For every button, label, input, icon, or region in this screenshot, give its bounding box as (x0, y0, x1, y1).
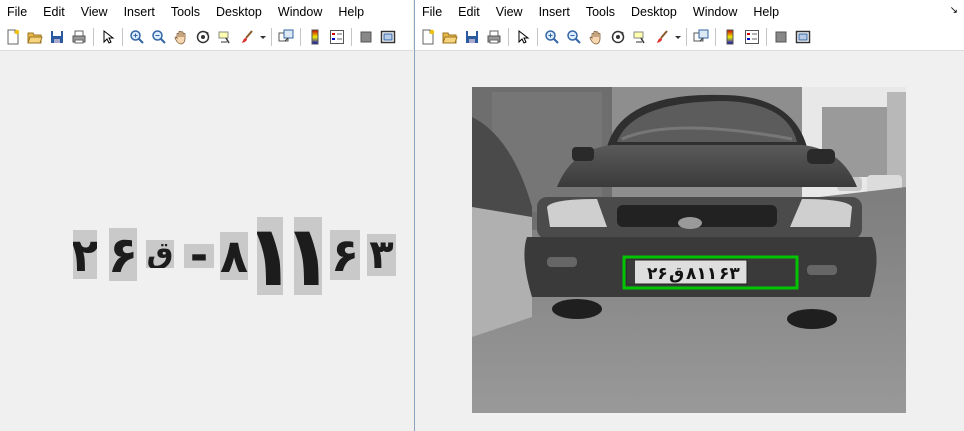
pointer-icon[interactable] (512, 26, 534, 48)
rotate-3d-icon[interactable] (192, 26, 214, 48)
figure-toolbar (415, 24, 964, 51)
data-cursor-icon[interactable] (214, 26, 236, 48)
link-plot-icon[interactable] (690, 26, 712, 48)
toolbar-separator (537, 28, 538, 46)
plate-right-digits: ۶۳ (719, 264, 740, 284)
menu-view[interactable]: View (73, 0, 116, 24)
colorbar-icon[interactable] (719, 26, 741, 48)
data-cursor-icon[interactable] (629, 26, 651, 48)
figure-canvas: ۲۶ ق ۸۱۱ ۶۳ (415, 52, 964, 431)
save-icon[interactable] (46, 26, 68, 48)
segmented-char: ۶ (330, 230, 360, 280)
plate-left-digits: ۲۶ (647, 264, 668, 284)
segmented-char: ق (146, 240, 174, 268)
legend-icon[interactable] (741, 26, 763, 48)
zoom-out-icon[interactable] (563, 26, 585, 48)
toolbar-separator (300, 28, 301, 46)
zoom-out-icon[interactable] (148, 26, 170, 48)
legend-icon[interactable] (326, 26, 348, 48)
pan-icon[interactable] (585, 26, 607, 48)
menu-insert[interactable]: Insert (531, 0, 578, 24)
print-icon[interactable] (483, 26, 505, 48)
menu-edit[interactable]: Edit (450, 0, 488, 24)
colorbar-icon[interactable] (304, 26, 326, 48)
brush-icon[interactable] (236, 26, 258, 48)
figure-window-detection: File Edit View Insert Tools Desktop Wind… (414, 0, 964, 431)
car-photo: ۲۶ ق ۸۱۱ ۶۳ (472, 87, 906, 413)
segmented-char: ۳ (367, 234, 396, 276)
menu-tools[interactable]: Tools (163, 0, 208, 24)
segmented-char: ۱ (294, 217, 322, 295)
menu-tools[interactable]: Tools (578, 0, 623, 24)
toolbar-separator (351, 28, 352, 46)
menu-edit[interactable]: Edit (35, 0, 73, 24)
open-file-icon[interactable] (24, 26, 46, 48)
save-icon[interactable] (461, 26, 483, 48)
hide-plot-tools-icon[interactable] (355, 26, 377, 48)
segmented-char: - (184, 244, 214, 268)
plate-middle-digits: ۸۱۱ (686, 264, 717, 284)
menu-help[interactable]: Help (330, 0, 372, 24)
pointer-icon[interactable] (97, 26, 119, 48)
plate-letter: ق (669, 264, 684, 284)
toolbar-separator (271, 28, 272, 46)
open-file-icon[interactable] (439, 26, 461, 48)
pan-icon[interactable] (170, 26, 192, 48)
rotate-3d-icon[interactable] (607, 26, 629, 48)
link-plot-icon[interactable] (275, 26, 297, 48)
figure-canvas: ۲ ۶ ق - ۸ ۱ ۱ ۶ ۳ (0, 52, 413, 431)
menu-window[interactable]: Window (685, 0, 745, 24)
menu-file[interactable]: File (0, 0, 35, 24)
menu-view[interactable]: View (488, 0, 531, 24)
new-figure-icon[interactable] (417, 26, 439, 48)
menu-help[interactable]: Help (745, 0, 787, 24)
menu-window[interactable]: Window (270, 0, 330, 24)
dropdown-arrow-icon[interactable] (673, 26, 683, 48)
menu-desktop[interactable]: Desktop (623, 0, 685, 24)
toolbar-separator (93, 28, 94, 46)
menu-bar: File Edit View Insert Tools Desktop Wind… (0, 0, 413, 24)
toolbar-separator (766, 28, 767, 46)
dropdown-arrow-icon[interactable] (258, 26, 268, 48)
segmented-char: ۱ (257, 217, 283, 295)
segmented-char: ۶ (109, 228, 137, 281)
print-icon[interactable] (68, 26, 90, 48)
figure-toolbar (0, 24, 413, 51)
toolbar-separator (508, 28, 509, 46)
zoom-in-icon[interactable] (541, 26, 563, 48)
segmented-char: ۲ (73, 230, 97, 279)
menu-desktop[interactable]: Desktop (208, 0, 270, 24)
segmented-char: ۸ (220, 232, 248, 280)
brush-icon[interactable] (651, 26, 673, 48)
new-figure-icon[interactable] (2, 26, 24, 48)
zoom-in-icon[interactable] (126, 26, 148, 48)
show-plot-tools-icon[interactable] (792, 26, 814, 48)
figure-window-segmented: File Edit View Insert Tools Desktop Wind… (0, 0, 413, 431)
toolbar-separator (686, 28, 687, 46)
hide-plot-tools-icon[interactable] (770, 26, 792, 48)
toolbar-separator (715, 28, 716, 46)
menu-insert[interactable]: Insert (116, 0, 163, 24)
menu-bar: File Edit View Insert Tools Desktop Wind… (415, 0, 964, 24)
menu-file[interactable]: File (415, 0, 450, 24)
toolbar-separator (122, 28, 123, 46)
show-plot-tools-icon[interactable] (377, 26, 399, 48)
dock-arrow-icon[interactable]: ↘ (950, 5, 958, 16)
